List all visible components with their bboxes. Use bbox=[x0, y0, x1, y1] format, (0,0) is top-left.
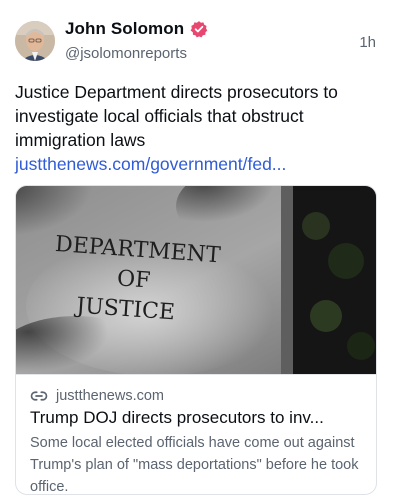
card-title[interactable]: Trump DOJ directs prosecutors to inv... bbox=[30, 408, 364, 428]
card-meta[interactable]: justthenews.com Trump DOJ directs prosec… bbox=[16, 375, 376, 495]
display-name[interactable]: John Solomon bbox=[65, 19, 184, 39]
post[interactable]: John Solomon @jsolomonreports 1h Justice… bbox=[0, 0, 393, 500]
doj-building-image: DEPARTMENT OF JUSTICE bbox=[16, 186, 376, 374]
post-body: Justice Department directs prosecutors t… bbox=[15, 82, 338, 150]
post-timestamp[interactable]: 1h bbox=[359, 34, 376, 51]
link-icon bbox=[30, 387, 48, 405]
post-link[interactable]: justthenews.com/government/fed... bbox=[15, 154, 286, 174]
card-domain-row: justthenews.com bbox=[30, 387, 362, 405]
card-domain: justthenews.com bbox=[56, 388, 164, 404]
avatar-image bbox=[15, 21, 55, 61]
author-handle[interactable]: @jsolomonreports bbox=[65, 45, 187, 62]
author-name-row[interactable]: John Solomon bbox=[65, 19, 208, 39]
card-description: Some local elected officials have come o… bbox=[30, 435, 359, 495]
link-preview-card[interactable]: DEPARTMENT OF JUSTICE justthenews.com Tr… bbox=[15, 185, 377, 495]
post-text: Justice Department directs prosecutors t… bbox=[15, 80, 380, 176]
avatar[interactable] bbox=[15, 21, 55, 61]
card-image[interactable]: DEPARTMENT OF JUSTICE bbox=[16, 186, 376, 374]
verified-badge-icon bbox=[190, 20, 208, 38]
sign-line-2: OF bbox=[116, 266, 151, 293]
